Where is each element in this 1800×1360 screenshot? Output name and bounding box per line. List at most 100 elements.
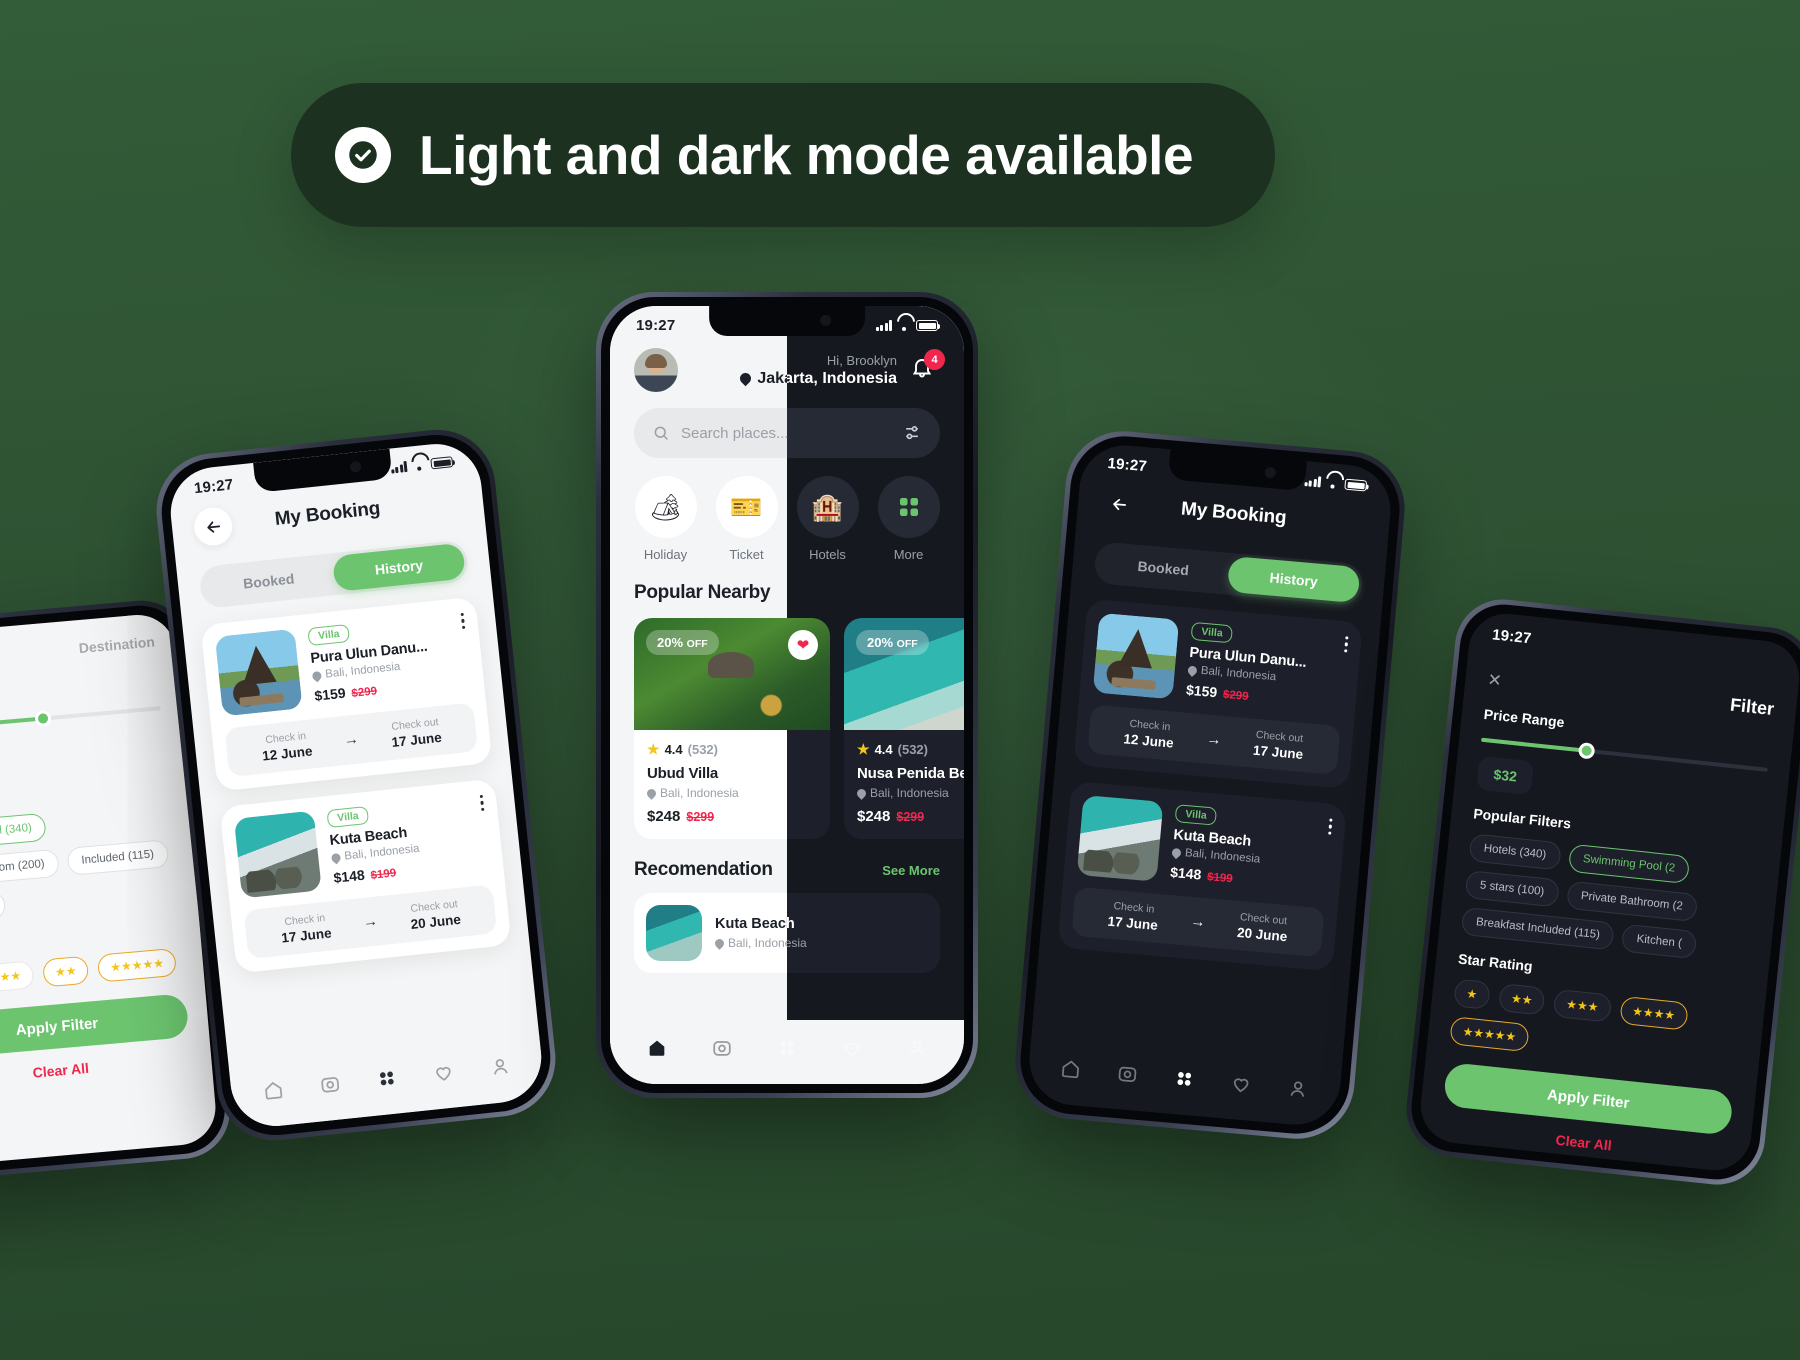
map-pin-icon: [329, 851, 343, 864]
chip-included[interactable]: Included (115): [66, 839, 170, 876]
bottom-nav: [1025, 1037, 1343, 1129]
apply-filter-button[interactable]: Apply Filter: [0, 993, 190, 1060]
headline-banner: Light and dark mode available: [291, 83, 1275, 227]
back-button[interactable]: [192, 505, 235, 548]
nav-favorites-icon[interactable]: [431, 1060, 455, 1084]
star-option-4[interactable]: ★★★★: [1618, 995, 1689, 1031]
nav-home-icon[interactable]: [646, 1037, 668, 1059]
chip-hotels[interactable]: Hotels (340): [1468, 833, 1562, 871]
chip-swimming-pool[interactable]: Swimming Pool (340): [0, 812, 48, 853]
hotel-icon: 🏨: [796, 476, 859, 538]
category-label: Hotels: [809, 547, 846, 562]
kebab-menu-icon[interactable]: [1343, 636, 1349, 653]
nav-bookings-icon[interactable]: [776, 1037, 798, 1059]
status-badge: Villa: [1190, 621, 1234, 644]
arrow-right-icon: →: [1189, 912, 1207, 932]
star-icon: ★: [857, 741, 870, 757]
sliders-icon[interactable]: [902, 423, 922, 443]
price-current: $159: [1185, 681, 1218, 701]
see-more-link[interactable]: See More: [882, 863, 940, 878]
nav-profile-icon[interactable]: [906, 1037, 928, 1059]
status-badge: Villa: [326, 805, 370, 829]
nav-profile-icon[interactable]: [488, 1054, 512, 1078]
nav-compass-icon[interactable]: [711, 1037, 733, 1059]
map-pin-icon: [1186, 663, 1199, 677]
map-pin-icon: [310, 669, 324, 682]
nav-profile-icon[interactable]: [1286, 1077, 1310, 1101]
heart-icon[interactable]: ❤: [788, 630, 818, 660]
star-option-3[interactable]: ★★★: [0, 960, 35, 994]
back-button[interactable]: [1099, 483, 1140, 524]
destination-label: Destination: [78, 633, 156, 657]
star-option-4[interactable]: ★★: [41, 955, 90, 988]
kebab-menu-icon[interactable]: [460, 612, 466, 630]
kebab-menu-icon[interactable]: [1327, 818, 1333, 835]
check-circle-icon: [335, 127, 391, 183]
star-option-3[interactable]: ★★★: [1552, 988, 1612, 1023]
signal-icon: [1303, 475, 1322, 488]
recommendation-title: Recomendation: [634, 859, 773, 880]
category-ticket[interactable]: 🎫 Ticket: [709, 476, 784, 562]
close-icon[interactable]: ✕: [1486, 670, 1503, 691]
filter-screen-dark: 19:27 ✕ Filter Price Range $32 Popular F…: [1417, 610, 1800, 1174]
nav-compass-icon[interactable]: [318, 1072, 342, 1096]
popular-card-name: Nusa Penida Beach: [857, 765, 964, 782]
tab-booked[interactable]: Booked: [1096, 544, 1230, 591]
ticket-icon: 🎫: [715, 476, 778, 538]
tab-history[interactable]: History: [1226, 555, 1361, 604]
booking-card[interactable]: Villa Pura Ulun Danu... Bali, Indonesia …: [200, 596, 493, 792]
chip-breakfast-included[interactable]: Breakfast Included (115): [1460, 906, 1616, 951]
filter-title: Filter: [1729, 694, 1776, 720]
notification-button[interactable]: 4: [910, 349, 945, 385]
chip-kitchen[interactable]: Kitchen (: [1621, 923, 1698, 960]
booking-dates: Check in 12 June → Check out 17 June: [224, 702, 479, 778]
location-text: Bali, Indonesia: [870, 786, 949, 800]
chip-kitchen[interactable]: Kitchen (10): [0, 890, 7, 927]
category-label: More: [893, 547, 924, 562]
star-option-5[interactable]: ★★★★★: [1449, 1016, 1530, 1053]
star-option-2[interactable]: ★★: [1497, 983, 1546, 1016]
star-option-1[interactable]: ★: [1453, 978, 1491, 1010]
price-old: $199: [370, 867, 397, 882]
nav-compass-icon[interactable]: [1116, 1062, 1140, 1086]
chip-5-stars[interactable]: 5 stars (100): [1464, 869, 1560, 908]
location-text: Bali, Indonesia: [660, 786, 739, 800]
discount-badge: 20% OFF: [856, 630, 929, 655]
nav-home-icon[interactable]: [1059, 1057, 1083, 1081]
booking-card[interactable]: Villa Pura Ulun Danu... Bali, Indonesia …: [1073, 598, 1363, 790]
discount-value: 20%: [657, 635, 684, 650]
tab-booked[interactable]: Booked: [202, 556, 336, 605]
nav-bookings-icon[interactable]: [375, 1066, 399, 1090]
battery-icon: [430, 456, 454, 470]
arrow-right-icon: →: [362, 912, 379, 931]
booking-card[interactable]: Villa Kuta Beach Bali, Indonesia $148 $19…: [219, 778, 512, 974]
phone-notch: [709, 306, 865, 336]
kebab-menu-icon[interactable]: [479, 794, 485, 812]
review-count: (532): [687, 742, 718, 757]
nav-favorites-icon[interactable]: [1229, 1072, 1253, 1096]
category-hotels[interactable]: 🏨 Hotels: [790, 476, 865, 562]
price-old: $299: [350, 685, 378, 700]
popular-card[interactable]: 20% OFF ★ 4.4 (532) Nusa Penida Beach Bali…: [844, 618, 964, 839]
chip-private-bathroom[interactable]: Private Bathroom (2: [1565, 880, 1699, 923]
booking-screen-light: 19:27 My Booking Booked History Villa Pu…: [166, 439, 546, 1131]
battery-icon: [916, 320, 940, 331]
clear-all-button[interactable]: Clear All: [0, 1051, 192, 1090]
bottom-nav: [228, 1034, 546, 1131]
nav-favorites-icon[interactable]: [841, 1037, 863, 1059]
user-avatar[interactable]: [634, 348, 678, 392]
booking-dates: Check in 12 June → Check out 17 June: [1087, 704, 1341, 775]
price-slider[interactable]: [0, 706, 161, 734]
tab-history[interactable]: History: [331, 542, 467, 593]
price-current: $148: [1169, 863, 1203, 883]
chip-private-bathroom[interactable]: Private Bathroom (200): [0, 848, 60, 890]
chip-swimming-pool[interactable]: Swimming Pool (2: [1567, 843, 1691, 885]
status-time: 19:27: [1491, 626, 1533, 648]
star-option-5[interactable]: ★★★★★: [97, 947, 178, 983]
category-holiday[interactable]: 🏕 Holiday: [628, 476, 703, 562]
nav-home-icon[interactable]: [262, 1078, 286, 1102]
booking-card[interactable]: Villa Kuta Beach Bali, Indonesia $148 $19…: [1057, 780, 1347, 972]
category-more[interactable]: More: [871, 476, 946, 562]
discount-badge: 20% OFF: [646, 630, 719, 655]
nav-bookings-icon[interactable]: [1172, 1067, 1196, 1091]
